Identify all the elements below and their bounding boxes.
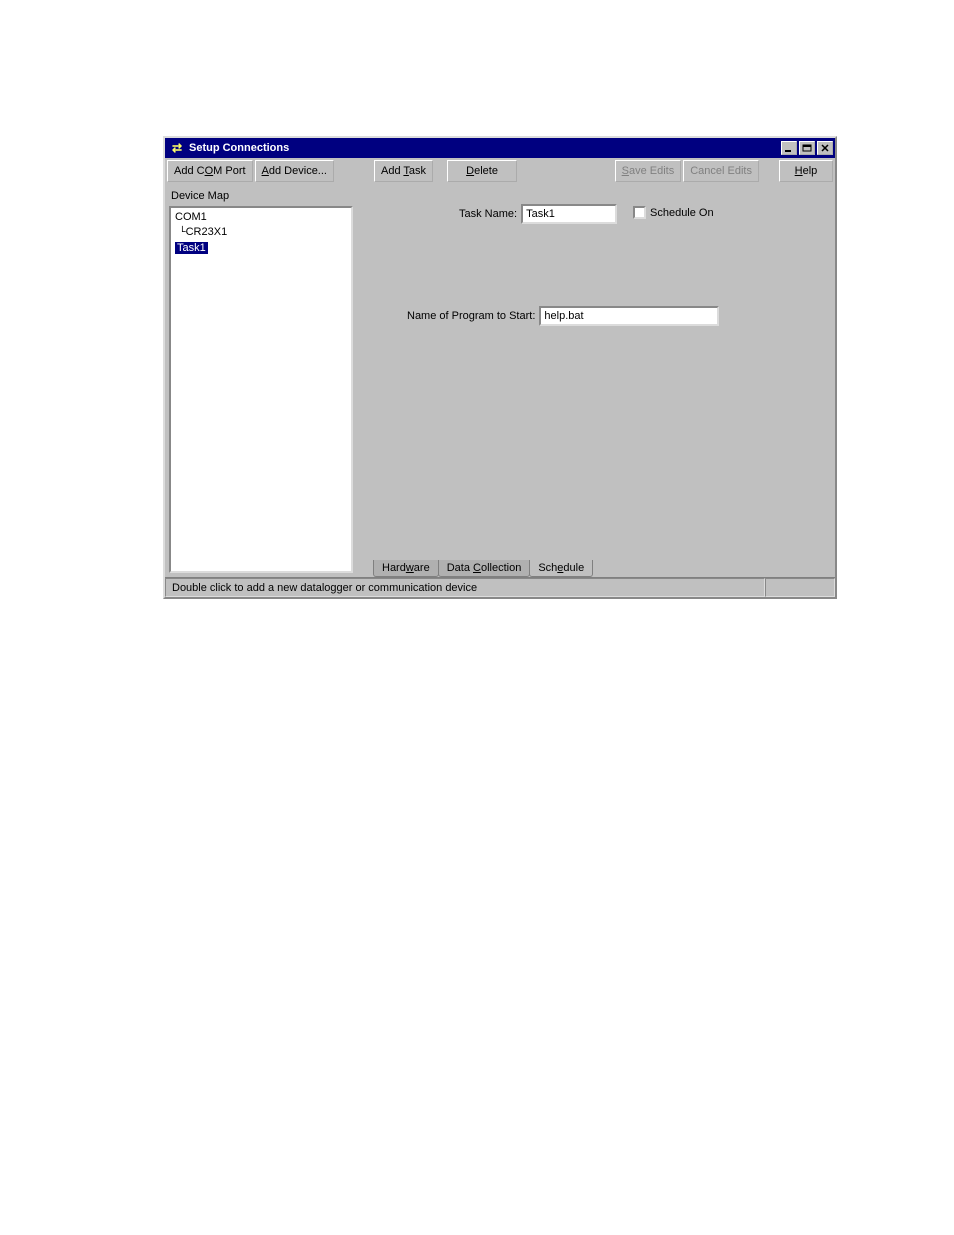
statusbar: Double click to add a new datalogger or … <box>165 577 835 597</box>
close-button[interactable] <box>817 141 833 155</box>
task-name-row: Task Name: <box>459 204 617 224</box>
device-map-pane: Device Map COM1 └CR23X1 Task1 <box>165 184 357 577</box>
save-edits-button: Save Edits <box>615 160 682 182</box>
tab-hardware[interactable]: Hardware <box>373 560 439 577</box>
program-start-input[interactable] <box>539 306 719 326</box>
task-name-input[interactable] <box>521 204 617 224</box>
cancel-edits-button: Cancel Edits <box>683 160 759 182</box>
tree-branch-icon: └ <box>179 227 186 239</box>
tree-item-cr23x1[interactable]: └CR23X1 <box>175 225 347 241</box>
form-area: Task Name: Schedule On Name of Program t… <box>367 190 829 555</box>
status-extra-cell <box>765 578 835 597</box>
app-icon: ⇄ <box>169 140 185 156</box>
add-com-port-button[interactable]: Add COM Port <box>167 160 253 182</box>
properties-pane: Task Name: Schedule On Name of Program t… <box>361 184 835 577</box>
help-button[interactable]: Help <box>779 160 833 182</box>
toolbar-spacer <box>519 160 613 182</box>
titlebar: ⇄ Setup Connections <box>165 138 835 158</box>
toolbar-gap <box>761 160 777 182</box>
status-message: Double click to add a new datalogger or … <box>165 578 765 597</box>
delete-button[interactable]: Delete <box>447 160 517 182</box>
program-start-label: Name of Program to Start: <box>407 310 535 322</box>
bottom-tabs: Hardware Data Collection Schedule <box>367 555 829 577</box>
toolbar-gap <box>336 160 372 182</box>
tab-schedule[interactable]: Schedule <box>529 560 593 577</box>
toolbar: Add COM Port Add Device... Add Task Dele… <box>165 158 835 184</box>
body-area: Device Map COM1 └CR23X1 Task1 Task Name: <box>165 184 835 577</box>
add-task-button[interactable]: Add Task <box>374 160 433 182</box>
minimize-button[interactable] <box>781 141 797 155</box>
tab-data-collection[interactable]: Data Collection <box>438 560 531 577</box>
device-tree[interactable]: COM1 └CR23X1 Task1 <box>169 206 353 573</box>
tree-item-task1[interactable]: Task1 <box>175 241 347 256</box>
setup-connections-window: ⇄ Setup Connections Add COM Port Add Dev… <box>163 136 837 599</box>
maximize-button[interactable] <box>799 141 815 155</box>
schedule-on-label: Schedule On <box>650 207 714 219</box>
schedule-on-checkbox[interactable]: Schedule On <box>633 206 714 219</box>
checkbox-box-icon <box>633 206 646 219</box>
program-start-row: Name of Program to Start: <box>407 306 719 326</box>
window-title: Setup Connections <box>189 142 779 154</box>
task-name-label: Task Name: <box>459 208 517 220</box>
window-controls <box>779 141 833 155</box>
schedule-on-row: Schedule On <box>633 206 714 219</box>
add-device-button[interactable]: Add Device... <box>255 160 334 182</box>
tree-item-com1[interactable]: COM1 <box>175 210 347 225</box>
toolbar-gap <box>435 160 445 182</box>
device-map-label: Device Map <box>169 188 353 206</box>
